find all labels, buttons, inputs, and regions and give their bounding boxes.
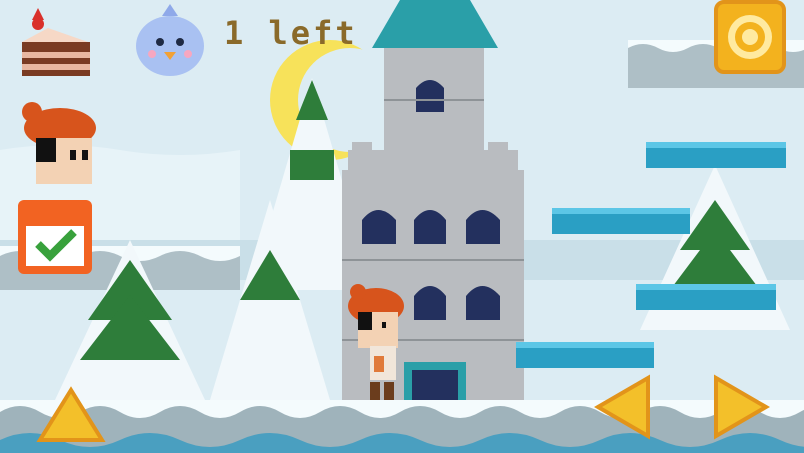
jump-button[interactable] bbox=[36, 386, 106, 444]
triangle-left-icon bbox=[594, 374, 650, 440]
triangle-right-icon bbox=[714, 374, 770, 440]
ground bbox=[0, 400, 804, 453]
platform-2 bbox=[552, 208, 690, 234]
remaining-count-text: 1 left bbox=[224, 14, 358, 52]
platform-1 bbox=[646, 142, 786, 168]
move-right-button[interactable] bbox=[712, 374, 770, 440]
blue-bird-icon bbox=[136, 4, 204, 76]
player-face-icon bbox=[22, 102, 96, 184]
platform-4 bbox=[516, 342, 654, 368]
cake-slice-icon bbox=[22, 8, 90, 76]
game-scene bbox=[0, 0, 804, 453]
settings-button[interactable] bbox=[714, 0, 786, 74]
gear-icon bbox=[728, 15, 772, 59]
move-left-button[interactable] bbox=[594, 374, 652, 440]
platform-3 bbox=[636, 284, 776, 310]
calendar-check-icon[interactable] bbox=[16, 198, 94, 276]
triangle-up-icon bbox=[36, 386, 106, 442]
